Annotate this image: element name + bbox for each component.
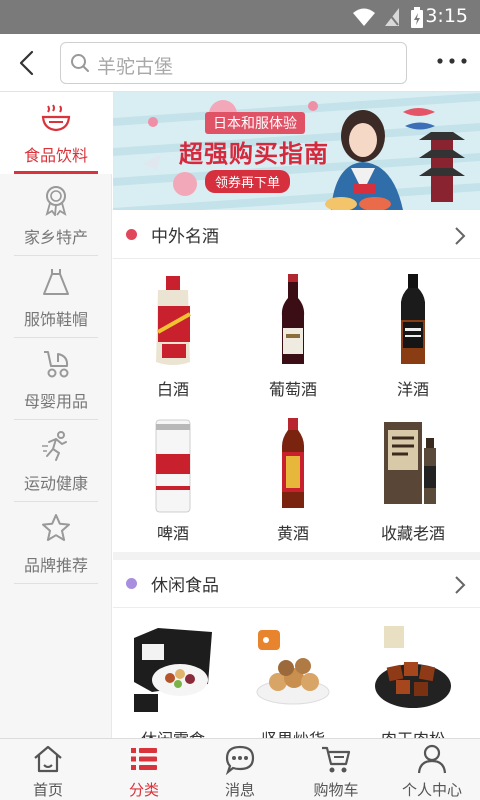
- sidebar-item-label: 品牌推荐: [23, 556, 88, 575]
- product-category-name: 坚果炒货: [233, 726, 353, 738]
- running-icon: [42, 431, 67, 461]
- signal-icon: [385, 8, 399, 26]
- product-category-name: 休闲零食: [113, 726, 233, 738]
- jerky-bowl-image: [375, 626, 451, 708]
- aged-liquor-box-image: [384, 422, 436, 504]
- product-category-snacks[interactable]: 休闲零食: [113, 622, 233, 738]
- more-icon[interactable]: [436, 56, 468, 66]
- category-list-icon: [131, 748, 157, 770]
- wifi-icon: [353, 8, 375, 26]
- sidebar-item-brand-recommend[interactable]: 品牌推荐: [0, 502, 112, 584]
- tab-home[interactable]: 首页: [0, 739, 96, 800]
- product-category-baijiu[interactable]: 白酒: [113, 272, 233, 402]
- tab-profile[interactable]: 个人中心: [384, 739, 480, 800]
- beer-can-image: [155, 419, 191, 513]
- banner-subtitle: 日本和服体验: [205, 112, 305, 134]
- search-icon: [71, 54, 89, 72]
- stroller-icon: [44, 351, 69, 378]
- sidebar-item-label: 食品饮料: [23, 146, 88, 165]
- product-category-name: 收藏老酒: [380, 524, 445, 543]
- tab-category[interactable]: 分类: [96, 739, 192, 800]
- product-category-name: 洋酒: [396, 380, 429, 399]
- tab-label: 消息: [224, 781, 255, 799]
- huangjiu-bottle-image: [282, 418, 304, 508]
- product-category-jerky[interactable]: 肉干肉松: [353, 622, 473, 738]
- product-category-name: 肉干肉松: [353, 726, 473, 738]
- product-category-name: 白酒: [156, 380, 189, 399]
- divider: [14, 583, 98, 584]
- cart-icon: [322, 746, 351, 773]
- banner-title: 超强购买指南: [179, 140, 329, 168]
- star-icon: [42, 514, 70, 541]
- product-category-beer[interactable]: 啤酒: [113, 416, 233, 546]
- product-category-name: 葡萄酒: [268, 380, 317, 399]
- section-title: 休闲食品: [151, 576, 219, 596]
- back-arrow-icon[interactable]: [14, 48, 42, 78]
- battery-charging-icon: [411, 7, 423, 28]
- user-icon: [417, 744, 447, 774]
- search-input[interactable]: 羊驼古堡: [60, 42, 407, 84]
- tab-cart[interactable]: 购物车: [288, 739, 384, 800]
- award-ribbon-icon: [45, 186, 67, 216]
- tab-messages[interactable]: 消息: [192, 739, 288, 800]
- wine-bottle-image: [281, 274, 305, 364]
- promo-banner[interactable]: 日本和服体验 超强购买指南 领券再下单: [113, 92, 480, 210]
- banner-coupon-button[interactable]: 领券再下单: [205, 170, 291, 193]
- tab-label: 分类: [128, 781, 159, 799]
- sidebar-item-label: 运动健康: [23, 474, 88, 493]
- search-placeholder: 羊驼古堡: [97, 56, 174, 78]
- tab-label: 首页: [32, 781, 63, 799]
- dress-icon: [43, 269, 69, 295]
- product-category-aged-liquor[interactable]: 收藏老酒: [353, 416, 473, 546]
- chevron-right-icon: [455, 576, 466, 594]
- top-bar: 羊驼古堡: [0, 34, 480, 92]
- product-category-wine[interactable]: 葡萄酒: [233, 272, 353, 402]
- nuts-bowl-image: [256, 630, 330, 705]
- sidebar-item-food-drinks[interactable]: 食品饮料: [0, 92, 112, 174]
- clock: 3:15: [425, 5, 468, 27]
- section-dot: [126, 229, 137, 240]
- whiskey-bottle-image: [401, 274, 425, 364]
- sidebar-item-sports-health[interactable]: 运动健康: [0, 420, 112, 502]
- snack-gift-box-image: [134, 628, 212, 712]
- bottom-navigation: 首页 分类 消息 购物车 个人中心: [0, 738, 480, 800]
- section-header-wine[interactable]: 中外名酒: [113, 211, 480, 259]
- sidebar-item-apparel[interactable]: 服饰鞋帽: [0, 256, 112, 338]
- category-content: 日本和服体验 超强购买指南 领券再下单 中外名酒 白酒 葡萄酒 洋酒 啤酒 黄酒…: [113, 92, 480, 738]
- sidebar-item-hometown-specialties[interactable]: 家乡特产: [0, 174, 112, 256]
- product-category-name: 啤酒: [156, 524, 189, 543]
- section-header-snacks[interactable]: 休闲食品: [113, 560, 480, 608]
- noodle-bowl-icon: [41, 104, 71, 132]
- section-gap: [113, 552, 480, 560]
- home-icon: [34, 745, 62, 773]
- section-title: 中外名酒: [151, 227, 219, 247]
- sidebar-item-label: 家乡特产: [23, 228, 88, 247]
- tab-label: 个人中心: [401, 781, 462, 799]
- sidebar-item-label: 母婴用品: [23, 392, 88, 411]
- category-sidebar: 食品饮料 家乡特产 服饰鞋帽 母婴用品 运动健康 品牌推荐: [0, 92, 112, 738]
- chevron-right-icon: [455, 227, 466, 245]
- product-category-spirits[interactable]: 洋酒: [353, 272, 473, 402]
- product-category-name: 黄酒: [276, 524, 309, 543]
- sidebar-item-label: 服饰鞋帽: [23, 310, 88, 329]
- status-bar: 3:15: [0, 0, 480, 34]
- product-category-nuts[interactable]: 坚果炒货: [233, 622, 353, 738]
- product-category-huangjiu[interactable]: 黄酒: [233, 416, 353, 546]
- message-icon: [225, 745, 255, 775]
- baijiu-bottle-image: [156, 276, 191, 365]
- tab-label: 购物车: [313, 781, 359, 799]
- sidebar-item-mother-baby[interactable]: 母婴用品: [0, 338, 112, 420]
- section-dot: [126, 578, 137, 589]
